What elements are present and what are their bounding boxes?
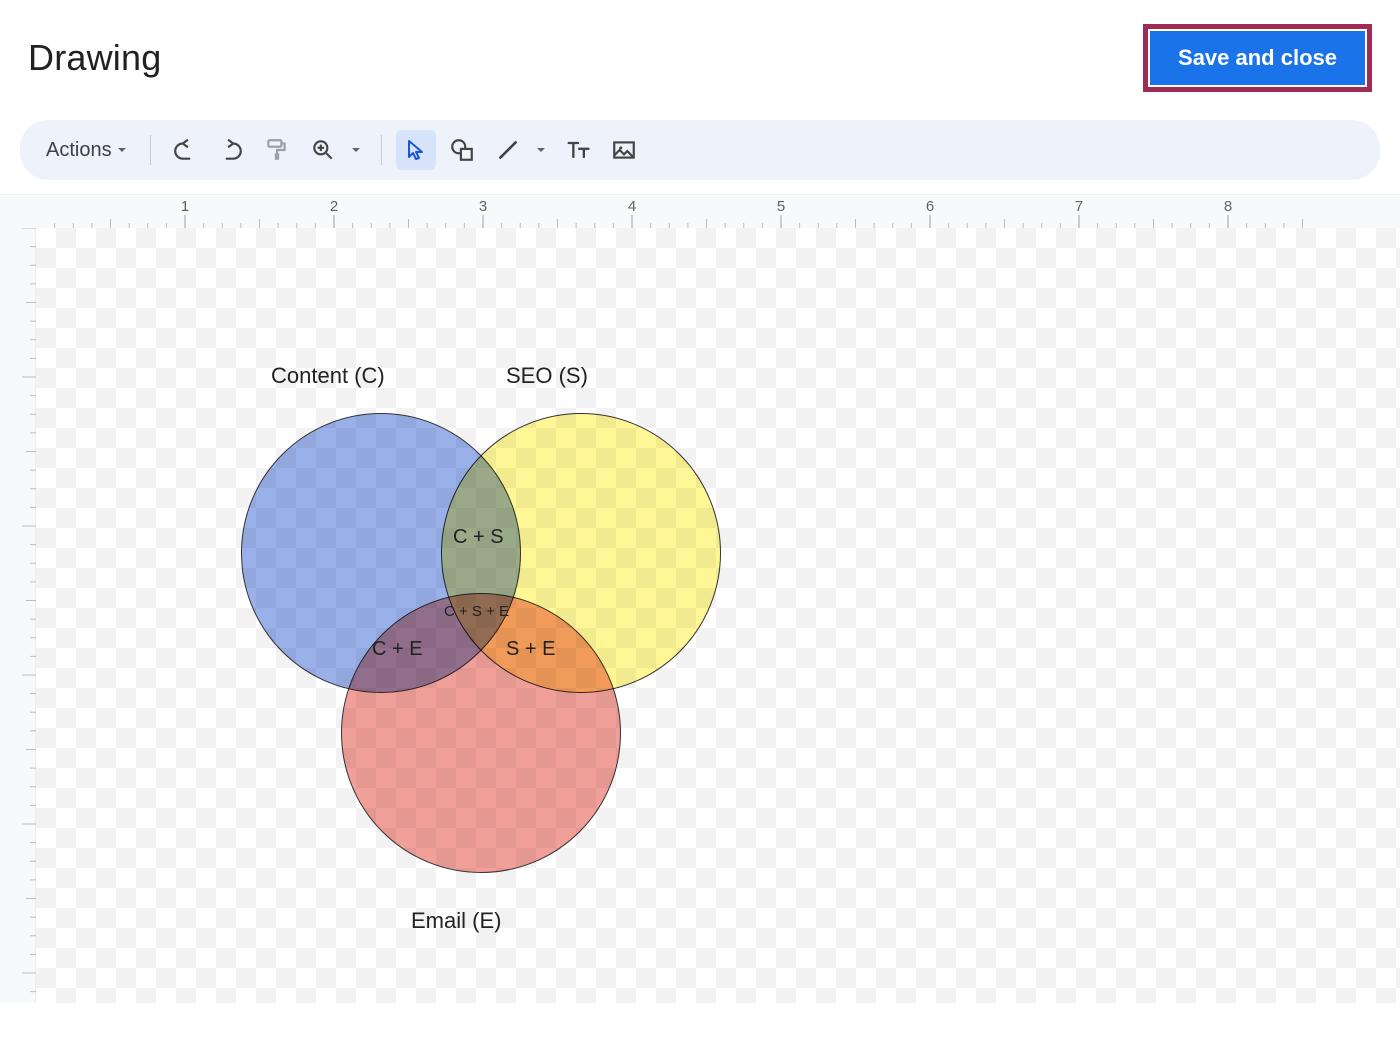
save-button-highlight: Save and close [1143, 24, 1372, 92]
caret-down-icon [535, 144, 547, 156]
svg-text:1: 1 [181, 198, 189, 215]
venn-label-email[interactable]: Email (E) [411, 908, 501, 934]
redo-icon [218, 137, 244, 163]
svg-text:6: 6 [926, 198, 934, 215]
venn-label-s-e[interactable]: S + E [506, 638, 555, 661]
vertical-ruler [0, 228, 36, 1003]
line-icon [495, 137, 521, 163]
undo-button[interactable] [165, 130, 205, 170]
text-icon [564, 136, 592, 164]
toolbar: Actions [20, 120, 1380, 180]
image-tool[interactable] [604, 130, 644, 170]
undo-icon [172, 137, 198, 163]
actions-label: Actions [46, 139, 112, 162]
textbox-tool[interactable] [558, 130, 598, 170]
venn-label-content[interactable]: Content (C) [271, 363, 385, 389]
redo-button[interactable] [211, 130, 251, 170]
svg-text:3: 3 [479, 198, 487, 215]
svg-text:8: 8 [1224, 198, 1232, 215]
venn-label-c-s[interactable]: C + S [453, 526, 504, 549]
zoom-button[interactable] [303, 130, 343, 170]
venn-label-c-s-e[interactable]: C + S + E [444, 603, 509, 620]
drawing-canvas[interactable]: Content (C) SEO (S) Email (E) C + S C + … [36, 228, 1400, 1003]
svg-text:5: 5 [777, 198, 785, 215]
image-icon [611, 137, 637, 163]
paint-format-button[interactable] [257, 130, 297, 170]
venn-label-seo[interactable]: SEO (S) [506, 363, 588, 389]
page-title: Drawing [28, 37, 161, 79]
venn-circle-email[interactable] [341, 593, 621, 873]
caret-down-icon [116, 144, 128, 156]
svg-text:4: 4 [628, 198, 636, 215]
separator [381, 135, 382, 165]
save-and-close-button[interactable]: Save and close [1150, 31, 1365, 85]
caret-down-icon [350, 144, 362, 156]
shape-tool[interactable] [442, 130, 482, 170]
svg-text:2: 2 [330, 198, 338, 215]
paint-roller-icon [264, 137, 290, 163]
venn-label-c-e[interactable]: C + E [372, 638, 423, 661]
cursor-icon [404, 138, 428, 162]
line-dropdown[interactable] [530, 130, 552, 170]
actions-menu[interactable]: Actions [38, 133, 136, 168]
line-tool[interactable] [488, 130, 528, 170]
separator [150, 135, 151, 165]
horizontal-ruler: 1 2 3 4 5 6 7 8 [0, 194, 1400, 228]
shapes-icon [449, 137, 475, 163]
zoom-icon [310, 137, 336, 163]
zoom-dropdown[interactable] [345, 130, 367, 170]
svg-text:7: 7 [1075, 198, 1083, 215]
select-tool[interactable] [396, 130, 436, 170]
